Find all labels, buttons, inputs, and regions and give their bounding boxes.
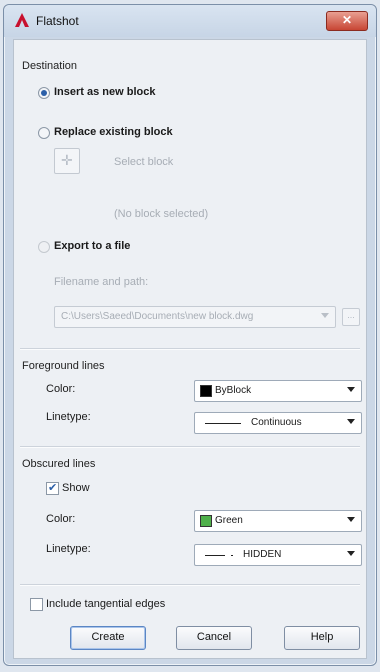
select-block-button[interactable]: ✛ <box>54 148 80 174</box>
foreground-color-combo[interactable]: ByBlock <box>194 380 362 402</box>
destination-section-label: Destination <box>22 60 78 72</box>
export-to-file-radio[interactable] <box>38 241 50 253</box>
no-block-selected-label: (No block selected) <box>114 208 209 220</box>
title-bar[interactable]: Flatshot ✕ <box>4 5 376 37</box>
foreground-linetype-combo[interactable]: Continuous <box>194 412 362 434</box>
show-obscured-label[interactable]: Show <box>62 482 90 494</box>
obscured-color-combo[interactable]: Green <box>194 510 362 532</box>
obscured-section-label: Obscured lines <box>22 458 96 470</box>
help-button[interactable]: Help <box>284 626 360 650</box>
chevron-down-icon <box>347 419 355 424</box>
replace-block-radio[interactable] <box>38 127 50 139</box>
checkmark-icon: ✔ <box>48 482 58 494</box>
section-divider <box>20 584 360 586</box>
browse-button[interactable]: ... <box>342 308 360 326</box>
filename-path-label: Filename and path: <box>54 276 149 288</box>
dialog-body: Destination Insert as new block Replace … <box>13 39 367 659</box>
cancel-button[interactable]: Cancel <box>176 626 252 650</box>
insert-new-block-radio[interactable] <box>38 87 50 99</box>
tangential-edges-checkbox[interactable] <box>30 598 43 611</box>
obscured-color-value: Green <box>215 515 243 526</box>
foreground-color-value: ByBlock <box>215 385 252 396</box>
replace-block-label[interactable]: Replace existing block <box>54 126 173 138</box>
create-button[interactable]: Create <box>70 626 146 650</box>
section-divider <box>20 446 360 448</box>
continuous-line-sample <box>205 423 241 424</box>
close-button[interactable]: ✕ <box>326 11 368 31</box>
select-block-label: Select block <box>114 156 174 168</box>
show-obscured-checkbox[interactable]: ✔ <box>46 482 59 495</box>
window-title: Flatshot <box>36 14 79 28</box>
foreground-linetype-label: Linetype: <box>46 411 91 423</box>
chevron-down-icon <box>347 517 355 522</box>
obscured-linetype-value: HIDDEN <box>243 549 282 560</box>
tangential-edges-label[interactable]: Include tangential edges <box>46 598 165 610</box>
foreground-linetype-value: Continuous <box>251 417 302 428</box>
hidden-line-dash <box>231 555 233 556</box>
foreground-section-label: Foreground lines <box>22 360 105 372</box>
foreground-color-label: Color: <box>46 383 76 395</box>
obscured-linetype-combo[interactable]: HIDDEN <box>194 544 362 566</box>
section-divider <box>20 348 360 350</box>
export-to-file-label[interactable]: Export to a file <box>54 240 130 252</box>
filename-path-value: C:\Users\Saeed\Documents\new block.dwg <box>61 311 254 322</box>
obscured-color-label: Color: <box>46 513 76 525</box>
crosshair-pick-icon: ✛ <box>61 152 73 168</box>
obscured-linetype-label: Linetype: <box>46 543 91 555</box>
color-swatch <box>200 515 212 527</box>
hidden-line-sample <box>205 555 225 556</box>
autocad-logo-icon <box>15 13 29 27</box>
chevron-down-icon <box>321 313 329 318</box>
filename-path-combo[interactable]: C:\Users\Saeed\Documents\new block.dwg <box>54 306 336 328</box>
chevron-down-icon <box>347 387 355 392</box>
flatshot-dialog: Flatshot ✕ Destination Insert as new blo… <box>3 4 377 666</box>
chevron-down-icon <box>347 551 355 556</box>
color-swatch <box>200 385 212 397</box>
insert-new-block-label[interactable]: Insert as new block <box>54 86 155 98</box>
